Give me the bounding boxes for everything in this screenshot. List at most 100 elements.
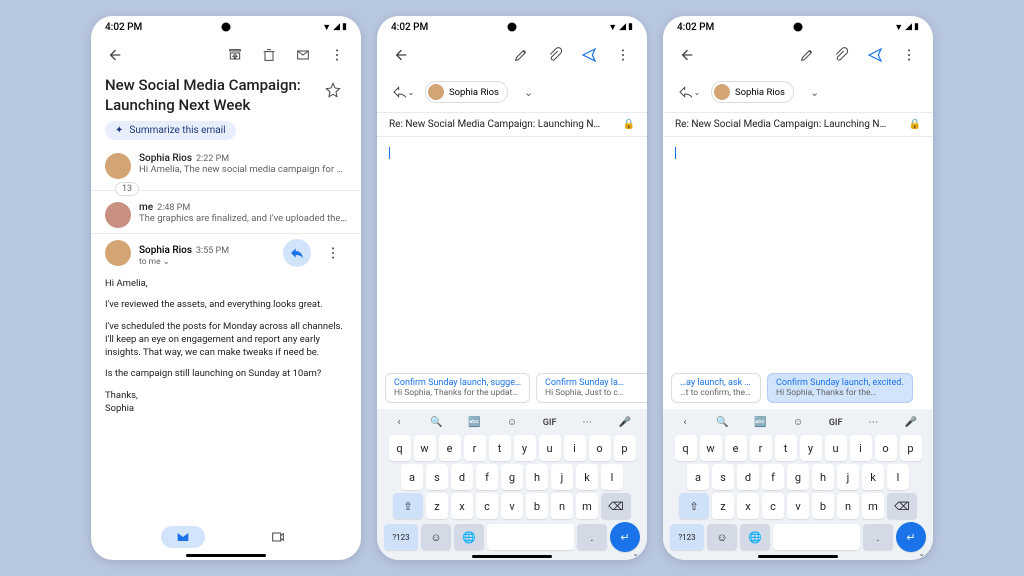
summarize-chip[interactable]: ✦ Summarize this email [105,121,236,140]
delete-button[interactable] [255,41,283,69]
key-x[interactable]: x [737,493,759,519]
key-m[interactable]: m [862,493,884,519]
key-j[interactable]: j [551,464,573,490]
space-key[interactable] [487,524,574,550]
key-b[interactable]: b [812,493,834,519]
key-u[interactable]: u [539,435,561,461]
kb-back-icon[interactable]: ‹ [675,417,695,428]
key-v[interactable]: v [501,493,523,519]
emoji-key[interactable]: ☺ [707,524,737,550]
kb-translate-icon[interactable]: 🔤 [750,417,770,428]
recipient-chip[interactable]: Sophia Rios [711,81,794,103]
kb-search-icon[interactable]: 🔍 [713,417,733,428]
more-button[interactable] [323,41,351,69]
more-button[interactable] [609,41,637,69]
key-t[interactable]: t [775,435,797,461]
meet-tab[interactable] [264,523,292,551]
symbols-key[interactable]: ?123 [670,524,704,550]
enter-key[interactable]: ↵ [896,522,926,552]
key-r[interactable]: r [750,435,772,461]
mark-unread-button[interactable] [289,41,317,69]
suggestion-card[interactable]: …ay launch, ask goals …t to confirm, the… [671,373,761,403]
kb-gif-button[interactable]: GIF [540,418,560,428]
key-m[interactable]: m [576,493,598,519]
kb-mic-icon[interactable]: 🎤 [901,417,921,428]
key-n[interactable]: n [551,493,573,519]
key-g[interactable]: g [787,464,809,490]
back-button[interactable] [387,41,415,69]
key-p[interactable]: p [900,435,922,461]
period-key[interactable]: . [863,524,893,550]
attach-button[interactable] [541,41,569,69]
suggestion-card[interactable]: Confirm Sunday la… Hi Sophia, Just to c… [536,373,647,403]
key-w[interactable]: w [414,435,436,461]
key-l[interactable]: l [601,464,623,490]
key-k[interactable]: k [576,464,598,490]
key-g[interactable]: g [501,464,523,490]
key-k[interactable]: k [862,464,884,490]
key-o[interactable]: o [589,435,611,461]
compose-body[interactable] [663,137,933,367]
send-button[interactable] [861,41,889,69]
key-a[interactable]: a [401,464,423,490]
kb-sticker-icon[interactable]: ☺ [502,417,522,428]
key-c[interactable]: c [762,493,784,519]
key-q[interactable]: q [675,435,697,461]
message-collapsed[interactable]: Sophia Rios 2:22 PM Hi Amelia, The new s… [91,148,361,184]
compose-ai-button[interactable] [793,41,821,69]
kb-search-icon[interactable]: 🔍 [427,417,447,428]
backspace-key[interactable]: ⌫ [601,493,631,519]
key-e[interactable]: e [725,435,747,461]
key-t[interactable]: t [489,435,511,461]
kb-more-icon[interactable]: ⋯ [863,417,883,428]
attach-button[interactable] [827,41,855,69]
key-f[interactable]: f [762,464,784,490]
compose-ai-button[interactable] [507,41,535,69]
suggestion-card[interactable]: Confirm Sunday launch, sugge… Hi Sophia,… [385,373,530,403]
key-q[interactable]: q [389,435,411,461]
back-button[interactable] [101,41,129,69]
send-button[interactable] [575,41,603,69]
key-n[interactable]: n [837,493,859,519]
kb-back-icon[interactable]: ‹ [389,417,409,428]
star-button[interactable] [319,76,347,104]
home-indicator[interactable] [758,555,838,558]
emoji-key[interactable]: ☺ [421,524,451,550]
key-y[interactable]: y [514,435,536,461]
key-b[interactable]: b [526,493,548,519]
key-e[interactable]: e [439,435,461,461]
key-d[interactable]: d [451,464,473,490]
chevron-down-icon[interactable]: ⌄ [810,86,819,99]
compose-body[interactable] [377,137,647,367]
message-collapsed[interactable]: me 2:48 PM The graphics are finalized, a… [91,197,361,233]
symbols-key[interactable]: ?123 [384,524,418,550]
key-u[interactable]: u [825,435,847,461]
key-c[interactable]: c [476,493,498,519]
key-p[interactable]: p [614,435,636,461]
key-i[interactable]: i [564,435,586,461]
space-key[interactable] [773,524,860,550]
globe-key[interactable]: 🌐 [740,524,770,550]
home-indicator[interactable] [186,554,266,557]
archive-button[interactable] [221,41,249,69]
key-z[interactable]: z [712,493,734,519]
key-h[interactable]: h [812,464,834,490]
kb-translate-icon[interactable]: 🔤 [464,417,484,428]
mail-tab[interactable] [161,526,205,548]
message-more-button[interactable] [319,239,347,267]
collapse-keyboard-icon[interactable]: ⌄ [918,549,925,558]
reply-type-button[interactable]: ⌄ [675,78,703,106]
shift-key[interactable]: ⇧ [679,493,709,519]
period-key[interactable]: . [577,524,607,550]
key-s[interactable]: s [426,464,448,490]
more-button[interactable] [895,41,923,69]
subject-field[interactable]: Re: New Social Media Campaign: Launching… [377,113,647,137]
thread-divider[interactable]: 13 [91,190,361,191]
key-l[interactable]: l [887,464,909,490]
backspace-key[interactable]: ⌫ [887,493,917,519]
enter-key[interactable]: ↵ [610,522,640,552]
key-w[interactable]: w [700,435,722,461]
kb-gif-button[interactable]: GIF [826,418,846,428]
kb-sticker-icon[interactable]: ☺ [788,417,808,428]
key-x[interactable]: x [451,493,473,519]
